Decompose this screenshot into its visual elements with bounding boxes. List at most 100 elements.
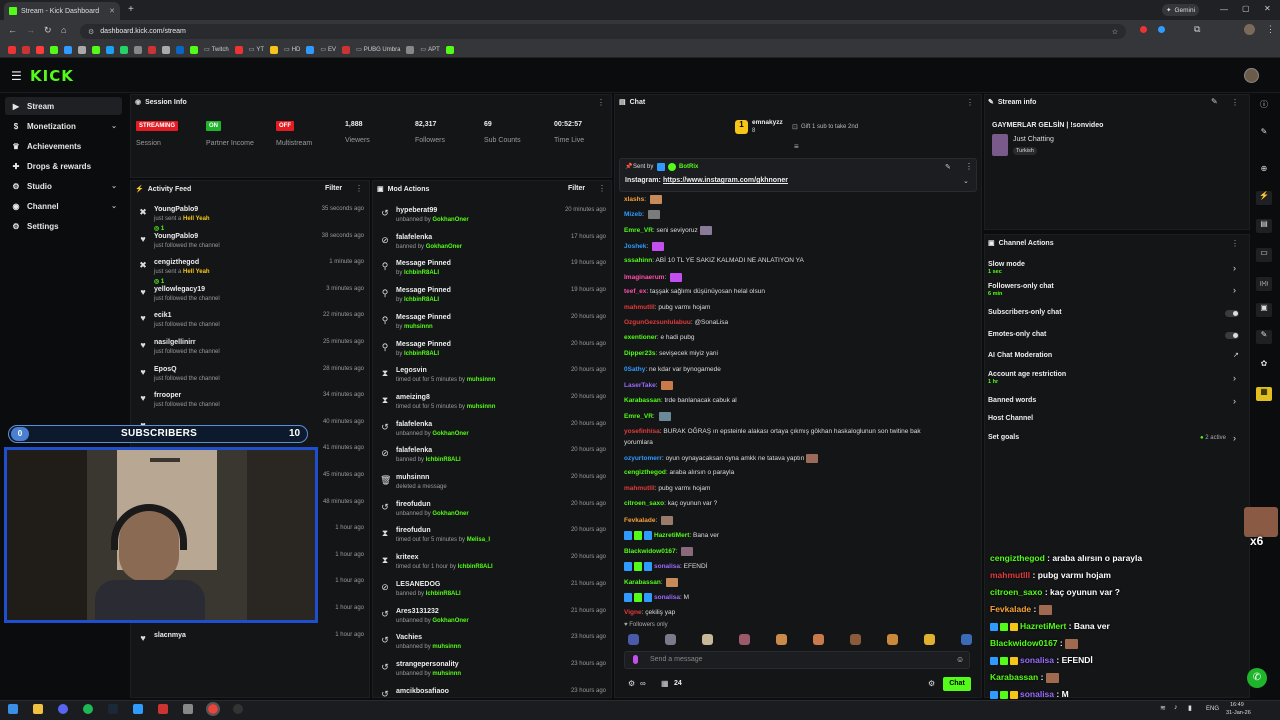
channel-action-banned-words[interactable]: Banned words bbox=[988, 397, 1036, 404]
mod-filter-button[interactable]: Filter bbox=[568, 185, 585, 192]
chevron-right-icon[interactable]: › bbox=[1233, 285, 1236, 295]
mod-action-row[interactable]: ⚲ Message Pinned by IchbinR8ALI 19 hours ag… bbox=[380, 260, 606, 286]
chat-username[interactable]: Blackwidow0167 bbox=[624, 548, 676, 555]
sidebar-item-stream[interactable]: ▶ Stream bbox=[5, 97, 122, 115]
moderator-name[interactable]: GokhanOner bbox=[432, 431, 468, 437]
forward-icon[interactable]: → bbox=[26, 25, 35, 35]
activity-row[interactable]: ✖ YoungPablo9 just sent a Hell Yeah ◎ 1 35 s… bbox=[138, 206, 364, 232]
mod-target-name[interactable]: falafelenka bbox=[396, 234, 432, 241]
chat-username[interactable]: citroen_saxo bbox=[624, 500, 664, 507]
channel-action-ai-chat-moderation[interactable]: AI Chat Moderation bbox=[988, 352, 1052, 359]
moderator-name[interactable]: muhsinnn bbox=[467, 404, 496, 410]
pinned-menu-icon[interactable]: ⋮ bbox=[965, 162, 973, 171]
mod-target-name[interactable]: Ares3131232 bbox=[396, 608, 439, 615]
chevron-right-icon[interactable]: › bbox=[1233, 396, 1236, 406]
mod-action-row[interactable]: ⧗ fireofudun timed out for 5 minutes by Me… bbox=[380, 527, 606, 553]
mod-target-name[interactable]: LESANEDOG bbox=[396, 581, 440, 588]
mod-action-row[interactable]: ⧗ kriteex timed out for 1 hour by IchbinR8… bbox=[380, 554, 606, 580]
moderator-name[interactable]: IchbinR8ALI bbox=[426, 457, 461, 463]
chat-username[interactable]: LaserTake bbox=[624, 382, 656, 389]
close-tab-icon[interactable]: ✕ bbox=[109, 7, 115, 15]
sidebar-item-achievements[interactable]: ♛ Achievements bbox=[5, 137, 122, 155]
moderator-name[interactable]: Melisa_I bbox=[467, 537, 490, 543]
mod-action-row[interactable]: 🗑 muhsinnn deleted a message 20 hours ago bbox=[380, 474, 606, 500]
chat-input[interactable]: Send a message ☺ bbox=[624, 651, 970, 669]
app-icon[interactable] bbox=[133, 704, 143, 714]
chat-username[interactable]: Emre_VR bbox=[624, 413, 653, 420]
activity-username[interactable]: slacnmya bbox=[154, 632, 186, 639]
stat-badge[interactable]: ON bbox=[206, 121, 221, 131]
chat-message[interactable]: LaserTake: bbox=[624, 381, 674, 390]
chat-username[interactable]: Karabassan bbox=[624, 397, 661, 404]
activity-username[interactable]: EposQ bbox=[154, 366, 177, 373]
bookmark-favicon-icon[interactable] bbox=[134, 45, 142, 54]
channel-action-subscribers-only-chat[interactable]: Subscribers-only chat bbox=[988, 309, 1062, 316]
chat-message[interactable]: Emre_VR: bbox=[624, 412, 671, 421]
moderator-name[interactable]: muhsinnn bbox=[432, 671, 461, 677]
stat-badge[interactable]: OFF bbox=[276, 121, 294, 131]
discord-icon[interactable] bbox=[58, 704, 68, 714]
edit-stream-info-icon[interactable]: ✎ bbox=[1211, 97, 1218, 106]
file-explorer-icon[interactable] bbox=[33, 704, 43, 714]
channel-action-slow-mode[interactable]: Slow mode 1 sec bbox=[988, 261, 1025, 275]
activity-row[interactable]: ♥ ecik1 just followed the channel 22 minute… bbox=[138, 312, 364, 338]
chat-message[interactable]: yosefinhisa: BURAK OĞRAŞ ın epsteinle al… bbox=[624, 428, 921, 435]
wrench-icon[interactable]: ✎ bbox=[1256, 330, 1272, 344]
activity-row[interactable]: ✖ cengizthegod just sent a Hell Yeah ◎ 1 1 m… bbox=[138, 259, 364, 285]
chat-username[interactable]: xlashs bbox=[624, 196, 644, 203]
bookmark-favicon-icon[interactable] bbox=[50, 45, 58, 54]
volume-icon[interactable]: ♪ bbox=[1174, 704, 1178, 711]
minimize-icon[interactable]: — bbox=[1220, 5, 1228, 14]
chat-message[interactable]: citroen_saxo: kaç oyunun var ? bbox=[624, 500, 717, 507]
chat-username[interactable]: Dipper23s bbox=[624, 350, 655, 357]
mod-target-name[interactable]: Vachies bbox=[396, 634, 422, 641]
quick-emote-icon[interactable] bbox=[628, 634, 639, 645]
channel-action-emotes-only-chat[interactable]: Emotes-only chat bbox=[988, 331, 1046, 338]
mod-target-name[interactable]: muhsinnn bbox=[396, 474, 429, 481]
chat-message[interactable]: cengizthegod: araba alırsın o parayla bbox=[624, 469, 734, 476]
moderator-name[interactable]: IchbinR8ALI bbox=[458, 564, 493, 570]
external-link-icon[interactable]: ↗ bbox=[1233, 351, 1239, 359]
expand-icon[interactable]: ≡ bbox=[794, 142, 799, 151]
mod-action-row[interactable]: ↺ fireofudun unbanned by GokhanOner 20 hour… bbox=[380, 501, 606, 527]
link-icon[interactable]: ∞ bbox=[640, 679, 646, 688]
gemini-button[interactable]: ✦ Gemini bbox=[1162, 4, 1200, 16]
mod-target-name[interactable]: amcikbosafiaoo bbox=[396, 688, 449, 695]
category-thumbnail[interactable] bbox=[992, 134, 1008, 156]
chat-message[interactable]: Emre_VR: seni seviyoruz bbox=[624, 226, 712, 235]
bookmark-favicon-icon[interactable] bbox=[36, 45, 44, 54]
mod-target-name[interactable]: fireofudun bbox=[396, 527, 431, 534]
back-icon[interactable]: ← bbox=[8, 25, 17, 35]
chat-message[interactable]: yorumlara bbox=[624, 439, 653, 446]
mod-action-row[interactable]: ⊘ falafelenka banned by IchbinR8ALI 20 hour… bbox=[380, 447, 606, 473]
chat-menu-icon[interactable]: ⋮ bbox=[966, 98, 974, 107]
mod-target-name[interactable]: hypeberat99 bbox=[396, 207, 437, 214]
chat-username[interactable]: Vigne bbox=[624, 609, 642, 616]
mod-target-name[interactable]: fireofudun bbox=[396, 501, 431, 508]
bookmark-favicon-icon[interactable] bbox=[22, 45, 30, 54]
new-tab-icon[interactable]: + bbox=[128, 4, 134, 15]
bookmark-favicon-icon[interactable] bbox=[92, 45, 100, 54]
chat-message[interactable]: mahmutlll: pubg varmı hojam bbox=[624, 304, 710, 311]
mod-action-row[interactable]: ↺ Vachies unbanned by muhsinnn 23 hours ago bbox=[380, 634, 606, 660]
obs-icon[interactable] bbox=[233, 704, 243, 714]
bookmark-item[interactable]: ▭ Twitch bbox=[204, 46, 229, 54]
sidebar-item-settings[interactable]: ⚙ Settings bbox=[5, 217, 122, 235]
channel-points-icon[interactable]: ⚙ bbox=[628, 679, 635, 688]
chat-username[interactable]: exentioner bbox=[624, 334, 657, 341]
activity-username[interactable]: YoungPablo9 bbox=[154, 233, 198, 240]
mod-target-name[interactable]: kriteex bbox=[396, 554, 419, 561]
extension-icon[interactable] bbox=[1140, 26, 1147, 33]
chat-message[interactable]: sssahinn: ABİ 10 TL YE SAKIZ KALMADI NE … bbox=[624, 257, 804, 264]
chat-username[interactable]: Imaginaerum bbox=[624, 274, 664, 281]
wifi-icon[interactable]: ≋ bbox=[1160, 704, 1166, 712]
mod-actions-menu-icon[interactable]: ⋮ bbox=[598, 184, 606, 193]
moderator-name[interactable]: muhsinnn bbox=[404, 324, 433, 330]
activity-username[interactable]: YoungPablo9 bbox=[154, 206, 198, 213]
chat-username[interactable]: Mizeb bbox=[624, 211, 642, 218]
chat-username[interactable]: teef_ex bbox=[624, 288, 646, 295]
mod-action-row[interactable]: ↺ falafelenka unbanned by GokhanOner 20 hou… bbox=[380, 421, 606, 447]
activity-username[interactable]: nasilgellinirr bbox=[154, 339, 196, 346]
chat-username[interactable]: mahmutlll bbox=[624, 485, 655, 492]
channel-actions-menu-icon[interactable]: ⋮ bbox=[1231, 239, 1239, 248]
